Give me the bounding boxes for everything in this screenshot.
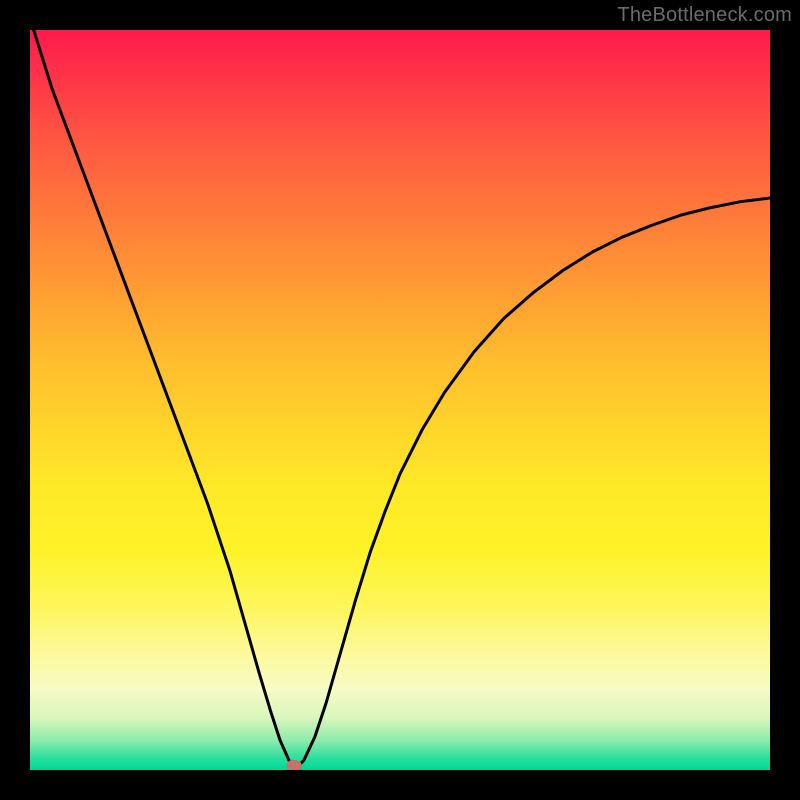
curve-layer xyxy=(30,30,770,770)
chart-frame: TheBottleneck.com xyxy=(0,0,800,800)
plot-area xyxy=(30,30,770,770)
bottleneck-curve xyxy=(34,30,770,768)
optimal-point-marker xyxy=(287,760,302,770)
watermark-text: TheBottleneck.com xyxy=(617,4,792,27)
